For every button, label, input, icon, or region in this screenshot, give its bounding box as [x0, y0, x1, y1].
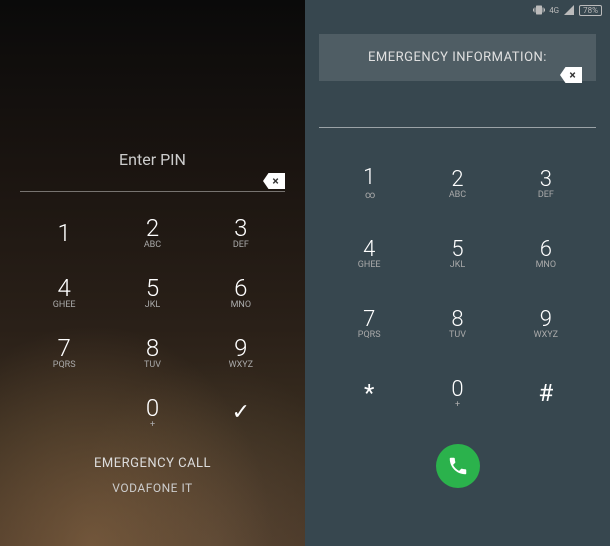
phone-icon — [447, 455, 469, 477]
dialer-keypad: 1 ∞ 2 ABC 3 DEF 4 Ghee 5 JKL 6 MNO 7 PQR… — [305, 128, 610, 438]
call-button[interactable] — [436, 444, 480, 488]
backspace-icon[interactable] — [560, 67, 582, 83]
key-2[interactable]: 2 ABC — [108, 202, 196, 262]
key-7[interactable]: 7 PQRS — [325, 288, 413, 358]
key-enter[interactable]: ✓ — [197, 382, 285, 442]
key-1[interactable]: 1 — [20, 202, 108, 262]
key-8[interactable]: 8 TUV — [413, 288, 501, 358]
key-8[interactable]: 8 TUV — [108, 322, 196, 382]
network-label: 4G — [549, 6, 559, 15]
key-1[interactable]: 1 ∞ — [325, 148, 413, 218]
key-5[interactable]: 5 JKL — [108, 262, 196, 322]
key-hash[interactable]: # — [502, 358, 590, 428]
key-7[interactable]: 7 PQRS — [20, 322, 108, 382]
key-9[interactable]: 9 WXYZ — [502, 288, 590, 358]
dial-input-area — [305, 95, 610, 128]
status-bar: 4G 78% — [305, 0, 610, 20]
key-3[interactable]: 3 DEF — [502, 148, 590, 218]
lock-screen-footer: EMERGENCY CALL VODAFONE IT — [0, 452, 305, 499]
carrier-label: VODAFONE IT — [4, 481, 301, 495]
key-3[interactable]: 3 DEF — [197, 202, 285, 262]
key-6[interactable]: 6 MNO — [502, 218, 590, 288]
key-4[interactable]: 4 Ghee — [20, 262, 108, 322]
key-4[interactable]: 4 Ghee — [325, 218, 413, 288]
checkmark-icon: ✓ — [232, 400, 250, 425]
enter-pin-label: Enter PIN — [20, 150, 285, 169]
key-2[interactable]: 2 ABC — [413, 148, 501, 218]
battery-indicator: 78% — [579, 5, 602, 16]
lock-screen-panel: Enter PIN 1 2 ABC 3 DEF 4 Ghee 5 JKL 6 M… — [0, 0, 305, 546]
vibrate-icon — [533, 4, 545, 16]
key-empty — [20, 382, 108, 442]
signal-icon — [563, 4, 575, 16]
key-0[interactable]: 0 + — [108, 382, 196, 442]
voicemail-icon: ∞ — [365, 190, 373, 201]
backspace-icon[interactable] — [263, 173, 285, 189]
call-button-row — [305, 438, 610, 502]
pin-input-area: Enter PIN — [0, 150, 305, 169]
emergency-call-button[interactable]: EMERGENCY CALL — [4, 456, 301, 471]
pin-keypad: 1 2 ABC 3 DEF 4 Ghee 5 JKL 6 MNO 7 PQRS … — [0, 192, 305, 452]
key-star[interactable]: * — [325, 358, 413, 428]
emergency-dialer-panel: 4G 78% EMERGENCY INFORMATION: 1 ∞ 2 ABC … — [305, 0, 610, 546]
key-6[interactable]: 6 MNO — [197, 262, 285, 322]
key-0[interactable]: 0 + — [413, 358, 501, 428]
key-9[interactable]: 9 Wxyz — [197, 322, 285, 382]
key-5[interactable]: 5 JKL — [413, 218, 501, 288]
